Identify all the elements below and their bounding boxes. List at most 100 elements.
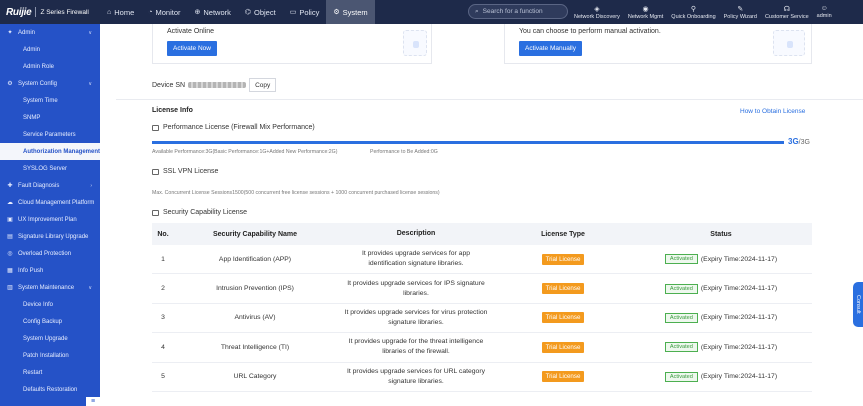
license-type-cell: Trial License (496, 283, 630, 295)
description-line: It provides upgrade for the threat intel… (348, 338, 484, 346)
home-icon: ⌂ (107, 8, 112, 16)
collapse-menu-icon[interactable]: ≡ (86, 397, 100, 406)
status-cell: Activated (Expiry Time:2024-11-17) (630, 254, 812, 265)
sidebar-item-label: System Time (23, 97, 58, 104)
capability-name: Threat Intelligence (TI) (220, 343, 290, 351)
illustration-mark (787, 41, 793, 48)
sidebar-item-label: System Maintenance (18, 284, 75, 291)
sidebar-item[interactable]: ✦ Admin ∨ (0, 24, 100, 41)
device-sn-value-redacted (188, 82, 247, 88)
sidebar-item-label: Config Backup (23, 318, 63, 325)
tool-customer-service[interactable]: ☊ Customer Service (761, 0, 813, 24)
chevron-icon: ∨ (88, 80, 92, 87)
sidebar-menu: ✦ Admin ∨ Admin Admin Role ⚙ System Config ∨ Sys… (0, 24, 100, 398)
tool-policy-wizard[interactable]: ✎ Policy Wizard (720, 0, 761, 24)
sidebar-item[interactable]: ▥ System Maintenance ∨ (0, 279, 100, 296)
description-line: It provides upgrade services for URL cat… (346, 367, 485, 375)
nav-policy[interactable]: ▭ Policy (283, 0, 327, 24)
nav-system[interactable]: ⚙ System (326, 0, 375, 24)
policy-icon: ▭ (289, 9, 297, 16)
activate-now-button[interactable]: Activate Now (167, 41, 217, 56)
activate-manually-card: You can choose to perform manual activat… (504, 24, 812, 64)
sidebar-item[interactable]: ⚙ System Config ∨ (0, 75, 100, 92)
sidebar-item[interactable]: ✚ Fault Diagnosis › (0, 177, 100, 194)
sidebar-item[interactable]: SNMP (0, 109, 100, 126)
description-line: signature libraries. (388, 377, 444, 385)
top-bar: Ruijie Z Series Firewall ⌂ Home ◔ Monitor ⊕ N… (0, 0, 863, 24)
nav-label: System (342, 7, 368, 17)
brand-separator (35, 7, 37, 17)
tool-network-mgmt[interactable]: ◉ Network Mgmt (624, 0, 667, 24)
nav-home[interactable]: ⌂ Home (100, 0, 141, 24)
system-icon: ⚙ (333, 9, 340, 16)
sidebar-item[interactable]: Authorization Management (0, 143, 100, 160)
tool-user[interactable]: ☺ admin (813, 0, 836, 24)
toolbar: ◈ Network Discovery ◉ Network Mgmt ⚲ Quick On… (570, 0, 836, 24)
copy-button[interactable]: Copy (249, 78, 277, 92)
tool-network-discovery[interactable]: ◈ Network Discovery (570, 0, 624, 24)
activate-manually-button[interactable]: Activate Manually (519, 41, 582, 56)
how-to-obtain-license-link[interactable]: How to Obtain License (740, 108, 805, 115)
security-capability-title: Security Capability License (163, 209, 248, 216)
nav-network[interactable]: ⊕ Network (188, 0, 238, 24)
trial-license-badge: Trial License (541, 253, 585, 265)
ssl-vpn-sessions-text: Max. Concurrent License Sessions1500(500… (152, 190, 440, 196)
sidebar-item[interactable]: ▣ UX Improvement Plan (0, 211, 100, 228)
license-icon (152, 124, 159, 131)
capability-description: It provides upgrade services for virus p… (336, 308, 496, 328)
license-type-cell: Trial License (496, 253, 630, 265)
sidebar-item[interactable]: ▦ Info Push (0, 262, 100, 279)
sidebar-item[interactable]: System Upgrade (0, 330, 100, 347)
activate-online-card: Activate Online Activate Now (152, 24, 432, 64)
tool-quick-onboarding[interactable]: ⚲ Quick Onboarding (667, 0, 719, 24)
device-sn-row: Device SN Copy (152, 78, 277, 92)
row-number: 1 (161, 255, 165, 263)
sidebar-item[interactable]: System Time (0, 92, 100, 109)
main-nav: ⌂ Home ◔ Monitor ⊕ Network ⌬ Object ▭ Policy ⚙ Syst… (100, 0, 375, 24)
ssl-vpn-license-heading: SSL VPN License (152, 168, 218, 175)
sidebar-item[interactable]: SYSLOG Server (0, 160, 100, 177)
sidebar-item[interactable]: Patch Installation (0, 347, 100, 364)
ssl-vpn-license-title: SSL VPN License (163, 168, 219, 175)
nav-label: Monitor (155, 7, 181, 17)
sidebar-item-label: SNMP (23, 114, 41, 121)
sidebar-item[interactable]: Config Backup (0, 313, 100, 330)
row-number: 3 (161, 314, 165, 322)
sidebar-item[interactable]: ◎ Overload Protection (0, 245, 100, 262)
capability-name: Intrusion Prevention (IPS) (216, 285, 294, 293)
consult-side-tab[interactable]: Consult (853, 282, 863, 327)
cloud-icon: ☁ (7, 200, 13, 206)
expiry-time: (Expiry Time:2024-11-17) (700, 343, 778, 351)
search-input[interactable]: ⌕ Search for a function (468, 4, 568, 19)
capability-name: App Identification (APP) (218, 255, 292, 263)
available-performance-text: Available Performance:3G(Basic Performan… (152, 149, 338, 155)
ux-icon: ▣ (7, 217, 13, 223)
sidebar-item[interactable]: Restart (0, 364, 100, 381)
sidebar-item[interactable]: Admin (0, 41, 100, 58)
description-line: It provides upgrade services for virus p… (344, 308, 488, 316)
sidebar-item-label: Fault Diagnosis (18, 182, 60, 189)
sidebar-item[interactable]: Defaults Restoration (0, 381, 100, 398)
brand[interactable]: Ruijie Z Series Firewall (0, 0, 100, 24)
sidebar-item-label: Overload Protection (18, 250, 72, 257)
row-number: 5 (161, 373, 165, 381)
product-name: Z Series Firewall (40, 8, 89, 16)
capability-description: It provides upgrade services for URL cat… (336, 367, 496, 387)
license-type-cell: Trial License (496, 341, 630, 353)
sidebar-item[interactable]: Admin Role (0, 58, 100, 75)
nav-monitor[interactable]: ◔ Monitor (141, 0, 187, 24)
nav-object[interactable]: ⌬ Object (238, 0, 283, 24)
column-header: Description (396, 230, 436, 237)
illustration-mark (413, 41, 419, 48)
table-header: No. Security Capability Name Description… (152, 223, 812, 245)
sidebar-item[interactable]: ☁ Cloud Management Platform (0, 194, 100, 211)
system-config-icon: ⚙ (7, 81, 13, 87)
sidebar-item[interactable]: Service Parameters (0, 126, 100, 143)
capability-description: It provides upgrade services for IPS sig… (336, 279, 496, 299)
table-row: 5 URL Category It provides upgrade service… (152, 363, 812, 392)
sidebar-item[interactable]: Device Info (0, 296, 100, 313)
capability-name: Antivirus (AV) (234, 314, 276, 322)
signature-icon: ▤ (7, 234, 13, 240)
search-icon: ⌕ (475, 7, 479, 15)
sidebar-item[interactable]: ▤ Signature Library Upgrade (0, 228, 100, 245)
